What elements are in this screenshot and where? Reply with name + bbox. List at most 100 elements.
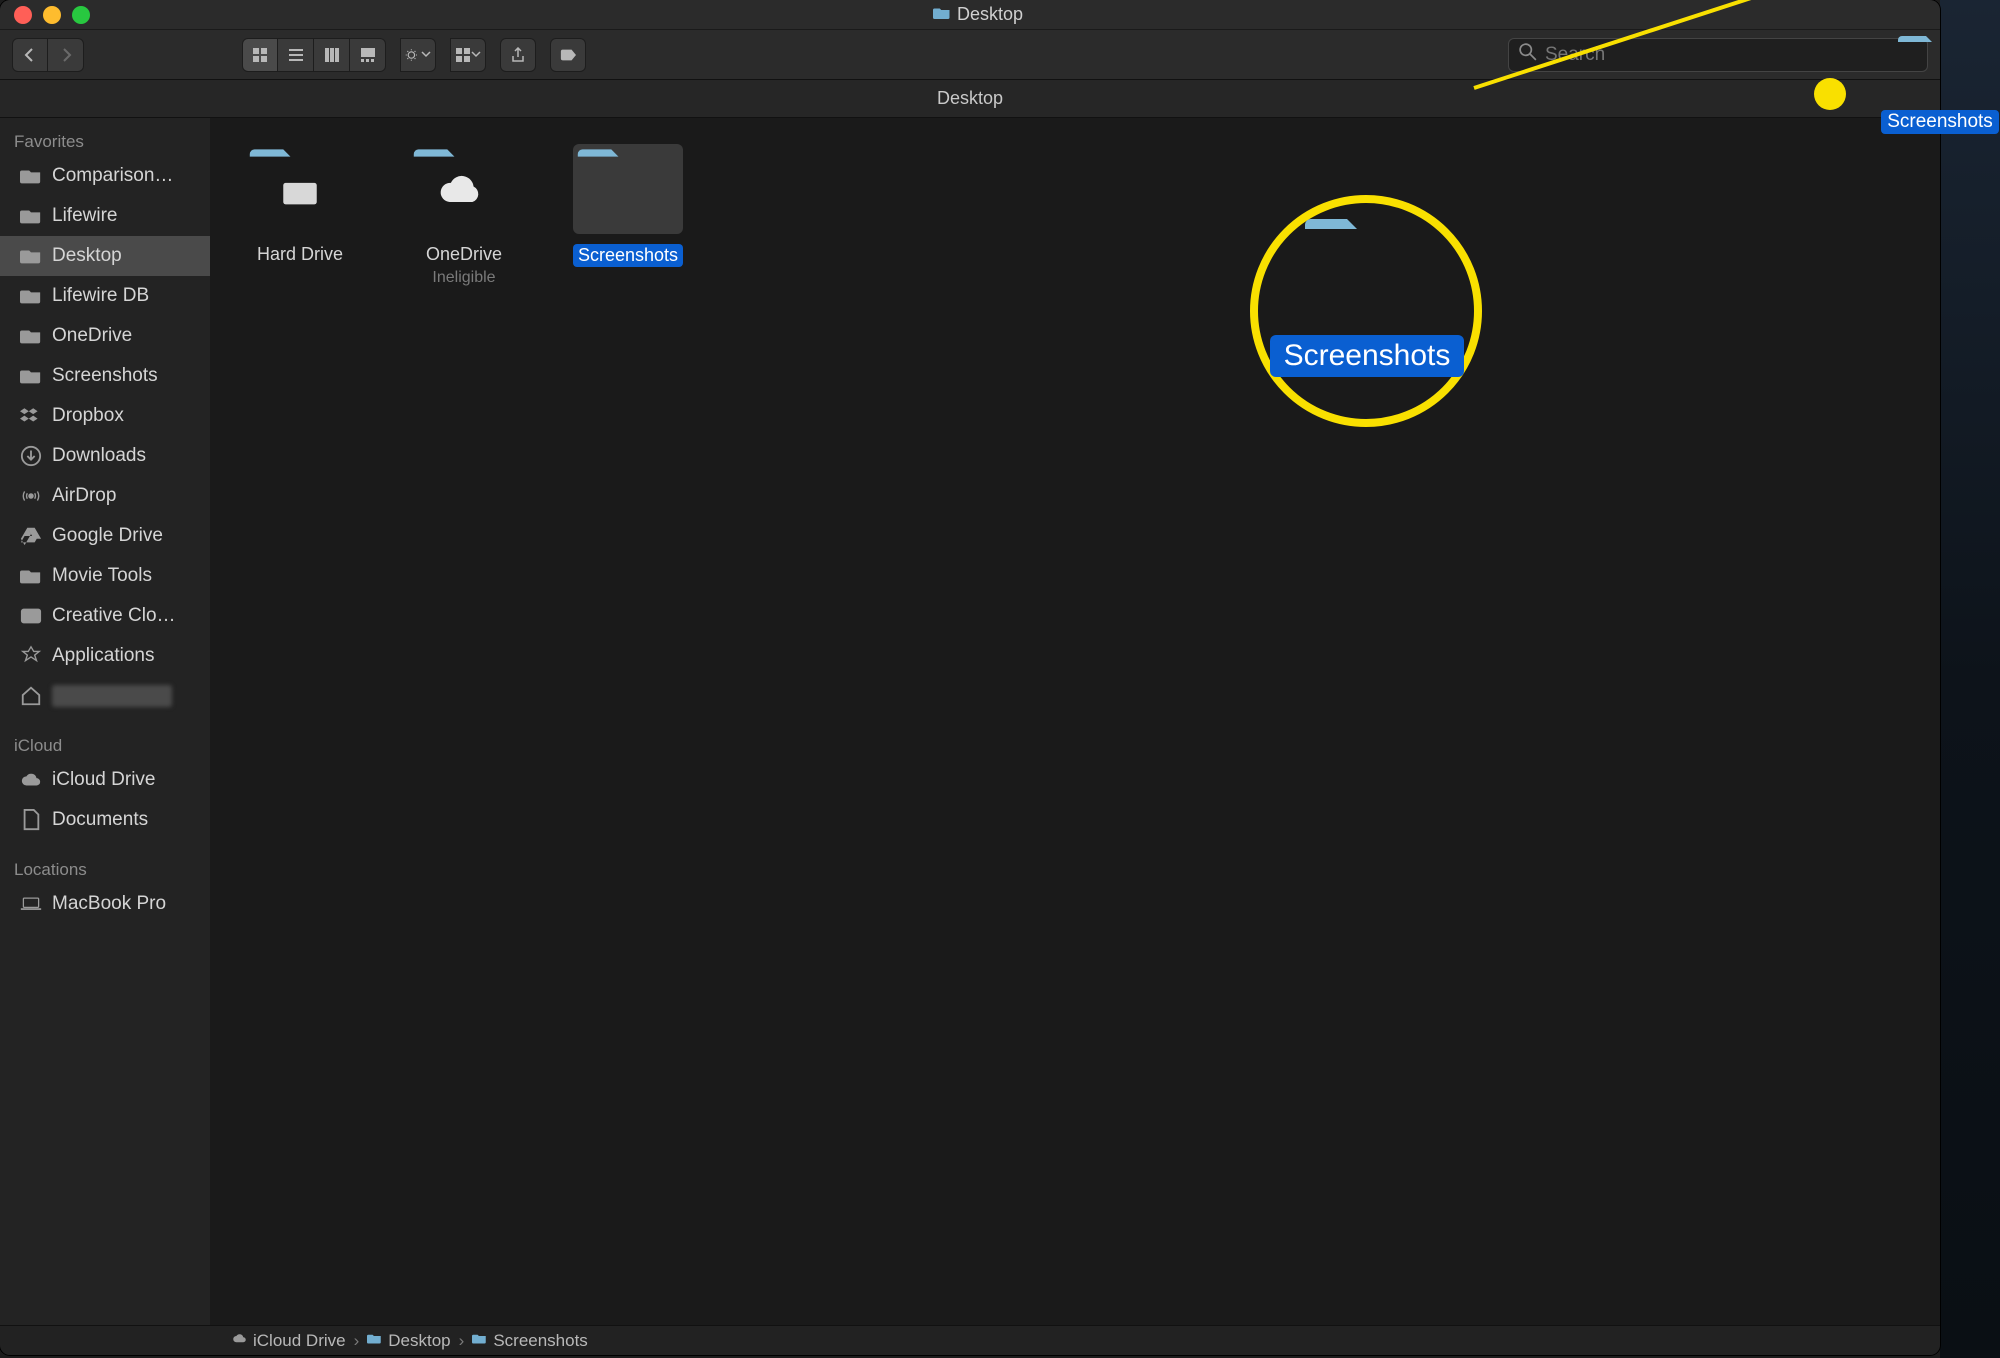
finder-window: Desktop: [0, 0, 1940, 1355]
folder-icon: [20, 325, 42, 347]
downloads-icon: [20, 445, 42, 467]
breadcrumb-label: Screenshots: [493, 1331, 588, 1351]
sidebar-item-label: Comparison…: [52, 165, 200, 187]
desktop-folder-label: Screenshots: [1881, 110, 1999, 134]
sidebar-item-desktop[interactable]: Desktop: [0, 236, 210, 276]
sidebar-item-label: MacBook Pro: [52, 893, 200, 915]
title-folder-icon: [933, 4, 951, 25]
sidebar-item-downloads[interactable]: Downloads: [0, 436, 210, 476]
folder-icon: [1894, 34, 1986, 104]
folder-icon: [20, 565, 42, 587]
breadcrumb-separator: ›: [354, 1331, 360, 1351]
back-button[interactable]: [12, 38, 48, 72]
forward-button[interactable]: [48, 38, 84, 72]
folder-icon: [472, 1331, 487, 1351]
sidebar-item-applications[interactable]: Applications: [0, 636, 210, 676]
sidebar-heading-locations: Locations: [0, 854, 210, 884]
breadcrumb-label: iCloud Drive: [253, 1331, 346, 1351]
sidebar-item-label: Movie Tools: [52, 565, 200, 587]
window-title: Desktop: [957, 4, 1023, 25]
sidebar-item-label: Lifewire: [52, 205, 200, 227]
cloud-icon: [232, 1331, 247, 1351]
file-item-screenshots[interactable]: Screenshots: [558, 144, 698, 287]
icon-view-button[interactable]: [242, 38, 278, 72]
folder-icon: [20, 165, 42, 187]
cc-icon: [20, 605, 42, 627]
file-item-onedrive[interactable]: OneDrive Ineligible: [394, 144, 534, 287]
airdrop-icon: [20, 485, 42, 507]
location-title: Desktop: [937, 88, 1003, 109]
breadcrumb-icloud-drive[interactable]: iCloud Drive: [232, 1331, 346, 1351]
sidebar-item-screenshots[interactable]: Screenshots: [0, 356, 210, 396]
search-field[interactable]: [1508, 38, 1928, 72]
sidebar[interactable]: Favorites Comparison… Lifewire Desktop Life…: [0, 118, 210, 1325]
file-item-label: Hard Drive: [257, 244, 343, 265]
chevron-down-icon: [421, 46, 431, 64]
sidebar-item-icloud-drive[interactable]: iCloud Drive: [0, 760, 210, 800]
folder-icon: [20, 365, 42, 387]
sidebar-item-onedrive[interactable]: OneDrive: [0, 316, 210, 356]
sidebar-item-label: Dropbox: [52, 405, 200, 427]
view-mode-segmented: [242, 38, 386, 72]
cloud-icon: [20, 769, 42, 791]
sidebar-item-creative-clo-[interactable]: Creative Clo…: [0, 596, 210, 636]
sidebar-item-movie-tools[interactable]: Movie Tools: [0, 556, 210, 596]
sidebar-item-redacted[interactable]: [0, 676, 210, 716]
file-item-label: OneDrive: [426, 244, 502, 265]
sidebar-item-lifewire-db[interactable]: Lifewire DB: [0, 276, 210, 316]
sidebar-item-label: Applications: [52, 645, 200, 667]
sidebar-item-lifewire[interactable]: Lifewire: [0, 196, 210, 236]
folder-icon: [367, 1331, 382, 1351]
location-bar: Desktop: [0, 80, 1940, 118]
arrange-menu-button[interactable]: [450, 38, 486, 72]
sidebar-heading-favorites: Favorites: [0, 126, 210, 156]
folder-icon: [20, 205, 42, 227]
sidebar-item-comparison-[interactable]: Comparison…: [0, 156, 210, 196]
dropbox-icon: [20, 405, 42, 427]
sidebar-item-label: AirDrop: [52, 485, 200, 507]
sidebar-item-label: Desktop: [52, 245, 200, 267]
desktop-folder-screenshots[interactable]: Screenshots: [1890, 34, 1990, 134]
column-view-button[interactable]: [314, 38, 350, 72]
file-item-sublabel: Ineligible: [432, 269, 495, 287]
apps-icon: [20, 645, 42, 667]
sidebar-item-airdrop[interactable]: AirDrop: [0, 476, 210, 516]
drive-icon: [245, 144, 355, 234]
sidebar-item-label: OneDrive: [52, 325, 200, 347]
home-icon: [20, 685, 42, 707]
laptop-icon: [20, 893, 42, 915]
tags-button[interactable]: [550, 38, 586, 72]
folder-icon: [409, 144, 519, 234]
file-item-hard-drive[interactable]: Hard Drive: [230, 144, 370, 287]
folder-icon: [20, 285, 42, 307]
search-input[interactable]: [1545, 44, 1917, 66]
traffic-lights: [14, 6, 90, 24]
file-browser-content[interactable]: Hard Drive OneDrive Ineligible Screenshots: [210, 118, 1940, 1325]
doc-icon: [20, 809, 42, 831]
breadcrumb-screenshots[interactable]: Screenshots: [472, 1331, 588, 1351]
action-menu-button[interactable]: [400, 38, 436, 72]
sidebar-heading-icloud: iCloud: [0, 730, 210, 760]
desktop-background-strip: [1940, 0, 2000, 1358]
share-button[interactable]: [500, 38, 536, 72]
sidebar-item-macbook-pro[interactable]: MacBook Pro: [0, 884, 210, 924]
sidebar-item-label: Creative Clo…: [52, 605, 200, 627]
sidebar-item-label: Downloads: [52, 445, 200, 467]
breadcrumb-desktop[interactable]: Desktop: [367, 1331, 450, 1351]
sidebar-item-label: iCloud Drive: [52, 769, 200, 791]
sidebar-item-label: Screenshots: [52, 365, 200, 387]
sidebar-item-documents[interactable]: Documents: [0, 800, 210, 840]
sidebar-item-dropbox[interactable]: Dropbox: [0, 396, 210, 436]
window-titlebar[interactable]: Desktop: [0, 0, 1940, 30]
list-view-button[interactable]: [278, 38, 314, 72]
search-icon: [1519, 43, 1537, 67]
close-window-button[interactable]: [14, 6, 32, 24]
file-item-label: Screenshots: [573, 244, 683, 267]
gallery-view-button[interactable]: [350, 38, 386, 72]
breadcrumb-separator: ›: [459, 1331, 465, 1351]
path-bar[interactable]: iCloud Drive › Desktop › Screenshots: [0, 1325, 1940, 1355]
sidebar-item-google-drive[interactable]: Google Drive: [0, 516, 210, 556]
breadcrumb-label: Desktop: [388, 1331, 450, 1351]
zoom-window-button[interactable]: [72, 6, 90, 24]
minimize-window-button[interactable]: [43, 6, 61, 24]
